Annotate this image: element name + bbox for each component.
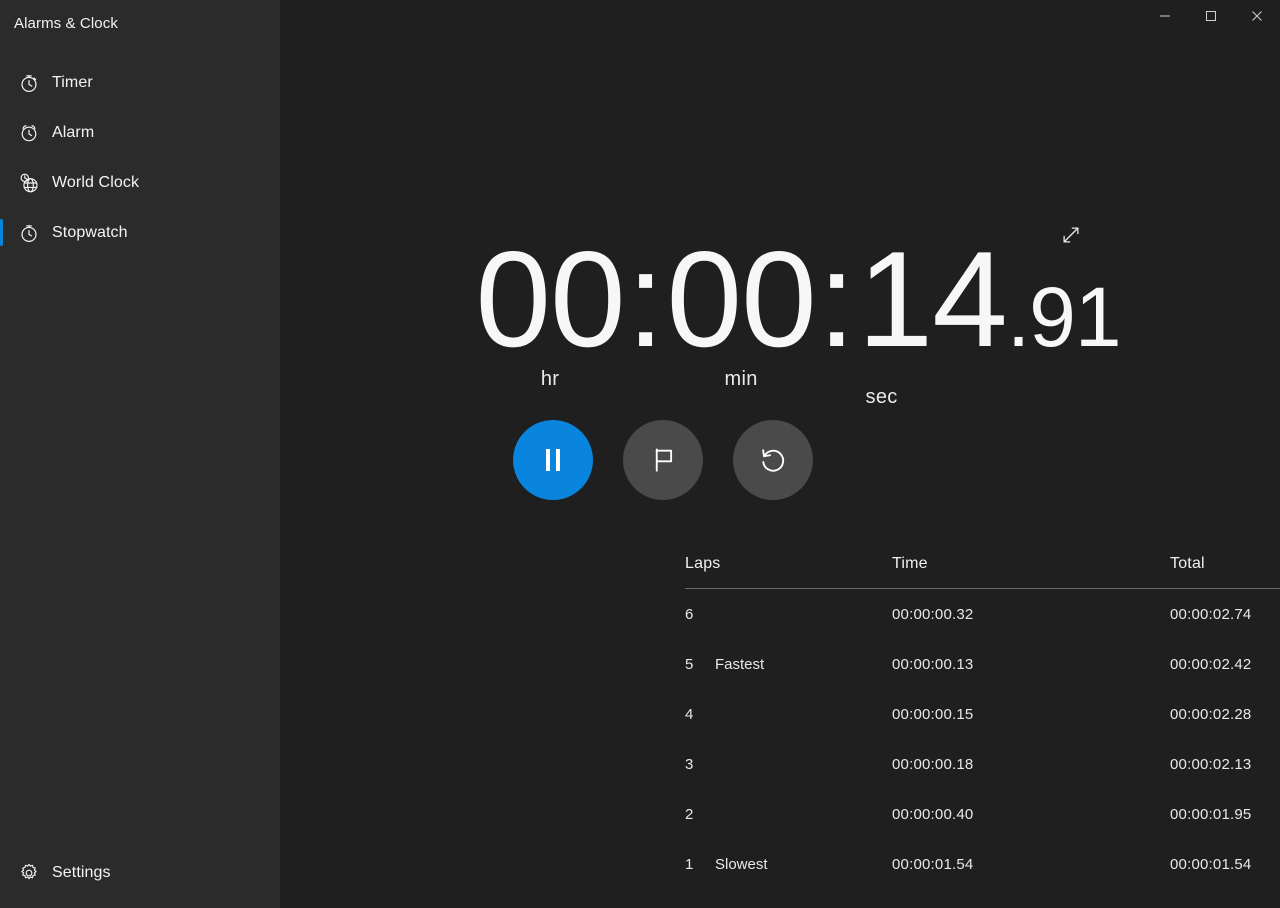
separator-colon: : bbox=[626, 223, 665, 375]
column-header-total: Total bbox=[1170, 555, 1205, 572]
sidebar-item-label: Settings bbox=[52, 864, 111, 881]
lap-total-cell: 00:00:01.95 bbox=[1170, 805, 1252, 823]
stopwatch-icon bbox=[14, 218, 44, 248]
lap-cell: 5 Fastest bbox=[685, 656, 892, 673]
hours-unit-label: hr bbox=[540, 368, 560, 390]
gear-icon bbox=[14, 858, 44, 888]
lap-number: 3 bbox=[685, 755, 694, 773]
seconds-unit-label: sec bbox=[865, 386, 898, 408]
minutes-segment: 00 min bbox=[666, 223, 816, 391]
laps-table: Laps Time Total 6 00:00:00.32 00:00:02.74 5… bbox=[685, 540, 1280, 889]
lap-number: 6 bbox=[685, 605, 694, 623]
selection-accent-bar bbox=[0, 169, 3, 196]
stopwatch-page: 00 hr : 00 min : 14 .91 sec Laps Time To… bbox=[280, 0, 1280, 908]
lap-total-cell: 00:00:01.54 bbox=[1170, 855, 1252, 873]
sidebar-item-label: Stopwatch bbox=[52, 224, 128, 241]
column-header-laps: Laps bbox=[685, 555, 721, 572]
lap-cell: 6 bbox=[685, 606, 892, 623]
lap-number: 5 bbox=[685, 655, 694, 673]
laps-table-header: Laps Time Total bbox=[685, 540, 1280, 588]
seconds-value: 14 bbox=[857, 223, 1008, 375]
minutes-unit-label: min bbox=[724, 368, 758, 390]
lap-cell: 2 bbox=[685, 806, 892, 823]
maximize-button[interactable] bbox=[1188, 0, 1234, 32]
lap-time-cell: 00:00:00.15 bbox=[892, 705, 974, 723]
close-button[interactable] bbox=[1234, 0, 1280, 32]
lap-number: 4 bbox=[685, 705, 694, 723]
lap-total-cell: 00:00:02.13 bbox=[1170, 755, 1252, 773]
lap-cell: 1 Slowest bbox=[685, 856, 892, 873]
lap-total-cell: 00:00:02.42 bbox=[1170, 655, 1252, 673]
lap-tag: Slowest bbox=[715, 855, 768, 873]
sidebar-item-stopwatch[interactable]: Stopwatch bbox=[0, 208, 280, 258]
timer-icon bbox=[14, 68, 44, 98]
sidebar-item-alarm[interactable]: Alarm bbox=[0, 108, 280, 158]
separator-colon: : bbox=[817, 223, 856, 375]
column-header-time: Time bbox=[892, 555, 928, 572]
laps-table-body: 6 00:00:00.32 00:00:02.74 5 Fastest 00:00:00.… bbox=[685, 589, 1280, 889]
selection-accent-bar bbox=[0, 219, 3, 246]
lap-cell: 4 bbox=[685, 706, 892, 723]
hours-value: 00 bbox=[475, 223, 625, 375]
lap-button[interactable] bbox=[623, 420, 703, 500]
table-row: 5 Fastest 00:00:00.13 00:00:02.42 bbox=[685, 639, 1280, 689]
stopwatch-display: 00 hr : 00 min : 14 .91 sec bbox=[280, 223, 1280, 408]
lap-total-cell: 00:00:02.28 bbox=[1170, 705, 1252, 723]
alarm-icon bbox=[14, 118, 44, 148]
fraction-value: .91 bbox=[1006, 270, 1122, 364]
sidebar-item-timer[interactable]: Timer bbox=[0, 58, 280, 108]
table-row: 6 00:00:00.32 00:00:02.74 bbox=[685, 589, 1280, 639]
lap-total-cell: 00:00:02.74 bbox=[1170, 605, 1252, 623]
minimize-button[interactable] bbox=[1142, 0, 1188, 32]
table-row: 3 00:00:00.18 00:00:02.13 bbox=[685, 739, 1280, 789]
lap-number: 1 bbox=[685, 855, 694, 873]
stopwatch-controls bbox=[163, 420, 1163, 500]
reset-button[interactable] bbox=[733, 420, 813, 500]
lap-time-cell: 00:00:00.18 bbox=[892, 755, 974, 773]
sidebar-nav: Timer Alarm World Clock Stopwatch bbox=[0, 58, 280, 258]
pause-icon bbox=[546, 449, 560, 471]
pause-button[interactable] bbox=[513, 420, 593, 500]
lap-time-cell: 00:00:01.54 bbox=[892, 855, 974, 873]
hours-segment: 00 hr bbox=[475, 223, 625, 391]
alarms-and-clock-window: Alarms & Clock Timer Alarm World Clock S… bbox=[0, 0, 1280, 908]
sidebar-item-settings[interactable]: Settings bbox=[0, 848, 280, 898]
sidebar-item-label: World Clock bbox=[52, 174, 140, 191]
lap-time-cell: 00:00:00.40 bbox=[892, 805, 974, 823]
lap-number: 2 bbox=[685, 805, 694, 823]
lap-time-cell: 00:00:00.32 bbox=[892, 605, 974, 623]
sidebar-item-world-clock[interactable]: World Clock bbox=[0, 158, 280, 208]
lap-time-cell: 00:00:00.13 bbox=[892, 655, 974, 673]
lap-tag: Fastest bbox=[715, 655, 765, 673]
world-clock-icon bbox=[14, 168, 44, 198]
app-title: Alarms & Clock bbox=[14, 15, 118, 32]
sidebar-item-label: Timer bbox=[52, 74, 93, 91]
sidebar-item-label: Alarm bbox=[52, 124, 95, 141]
flag-icon bbox=[655, 448, 673, 472]
seconds-segment: 14 .91 sec bbox=[857, 223, 1122, 409]
selection-accent-bar bbox=[0, 69, 3, 96]
minutes-value: 00 bbox=[666, 223, 816, 375]
table-row: 2 00:00:00.40 00:00:01.95 bbox=[685, 789, 1280, 839]
table-row: 4 00:00:00.15 00:00:02.28 bbox=[685, 689, 1280, 739]
lap-cell: 3 bbox=[685, 756, 892, 773]
reset-icon bbox=[762, 449, 785, 472]
selection-accent-bar bbox=[0, 119, 3, 146]
window-controls bbox=[1142, 0, 1280, 32]
table-row: 1 Slowest 00:00:01.54 00:00:01.54 bbox=[685, 839, 1280, 889]
